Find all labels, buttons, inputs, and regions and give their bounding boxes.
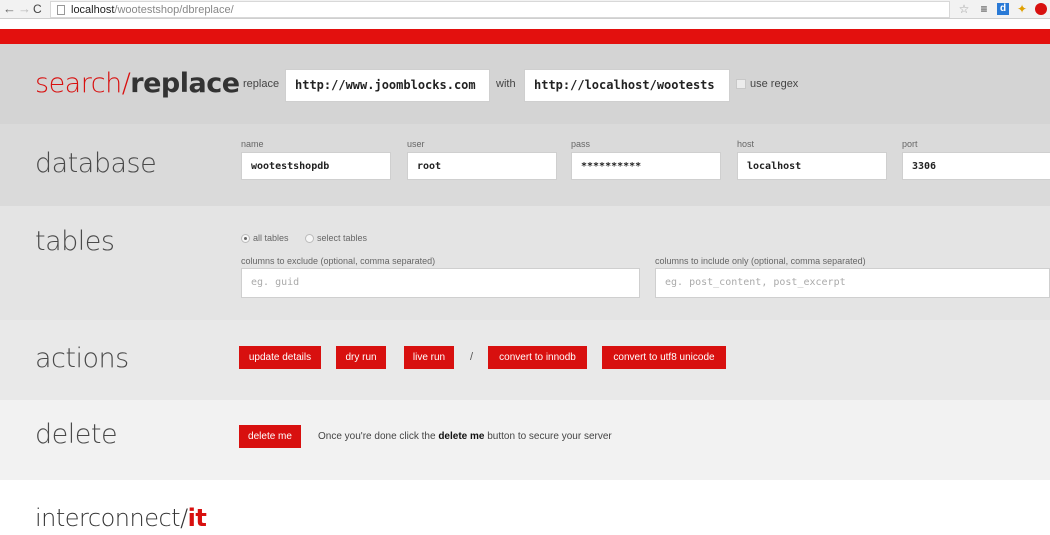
exclude-columns-input[interactable]: eg. guid [241,268,640,298]
section-title: tables [35,226,115,257]
db-host-input[interactable]: localhost [737,152,887,180]
section-title: database [35,148,157,179]
section-title: actions [35,343,129,374]
url-text: localhost/wootestshop/dbreplace/ [71,4,234,16]
star-icon[interactable]: ☆ [958,3,970,15]
forward-arrow-icon[interactable]: → [18,2,31,16]
convert-innodb-button[interactable]: convert to innodb [488,346,587,369]
db-name-label: name [241,139,264,149]
use-regex-checkbox[interactable] [736,79,746,89]
address-bar[interactable]: localhost/wootestshop/dbreplace/ [50,1,950,18]
delete-me-button[interactable]: delete me [239,425,301,448]
database-section: database name wootestshopdb user root pa… [0,124,1050,206]
actions-section: actions update details dry run live run … [0,320,1050,400]
all-tables-label: all tables [253,233,289,243]
db-port-input[interactable]: 3306 [902,152,1050,180]
reload-icon[interactable]: C [33,2,42,16]
use-regex-label: use regex [750,78,799,90]
select-tables-radio[interactable] [305,234,314,243]
db-name-input[interactable]: wootestshopdb [241,152,391,180]
db-user-label: user [407,139,425,149]
live-run-button[interactable]: live run [404,346,454,369]
all-tables-radio[interactable] [241,234,250,243]
update-details-button[interactable]: update details [239,346,321,369]
browser-toolbar: ← → C localhost/wootestshop/dbreplace/ ☆… [0,0,1050,19]
delete-instructions: Once you're done click the delete me but… [318,431,612,442]
brand-bar [0,29,1050,44]
with-input[interactable]: http://localhost/wootests [524,69,730,102]
footer-section: interconnect/it [0,480,1050,535]
back-arrow-icon[interactable]: ← [3,2,16,16]
delete-section: delete delete me Once you're done click … [0,400,1050,480]
layers-icon[interactable]: ≡ [978,3,990,15]
replace-input[interactable]: http://www.joomblocks.com [285,69,490,102]
replace-label: replace [243,78,280,90]
db-pass-input[interactable]: ********** [571,152,721,180]
select-tables-label: select tables [317,233,368,243]
exclude-label: columns to exclude (optional, comma sepa… [241,256,436,266]
red-extension-icon[interactable] [1035,3,1047,15]
section-title: search/replace [35,68,240,99]
db-host-label: host [737,139,755,149]
d-extension-icon[interactable]: d [997,3,1009,15]
include-columns-input[interactable]: eg. post_content, post_excerpt [655,268,1050,298]
with-label: with [496,78,516,90]
pinwheel-extension-icon[interactable]: ✦ [1016,3,1028,15]
db-port-label: port [902,139,918,149]
section-title: delete [35,419,118,450]
dry-run-button[interactable]: dry run [336,346,386,369]
search-replace-section: search/replace replace http://www.joombl… [0,44,1050,124]
convert-utf8-button[interactable]: convert to utf8 unicode [602,346,726,369]
db-pass-label: pass [571,139,591,149]
page-icon [57,5,65,15]
tables-section: tables all tables select tables columns … [0,206,1050,320]
footer-brand-logo: interconnect/it [35,504,207,532]
include-label: columns to include only (optional, comma… [655,256,866,266]
db-user-input[interactable]: root [407,152,557,180]
actions-separator: / [470,351,474,363]
